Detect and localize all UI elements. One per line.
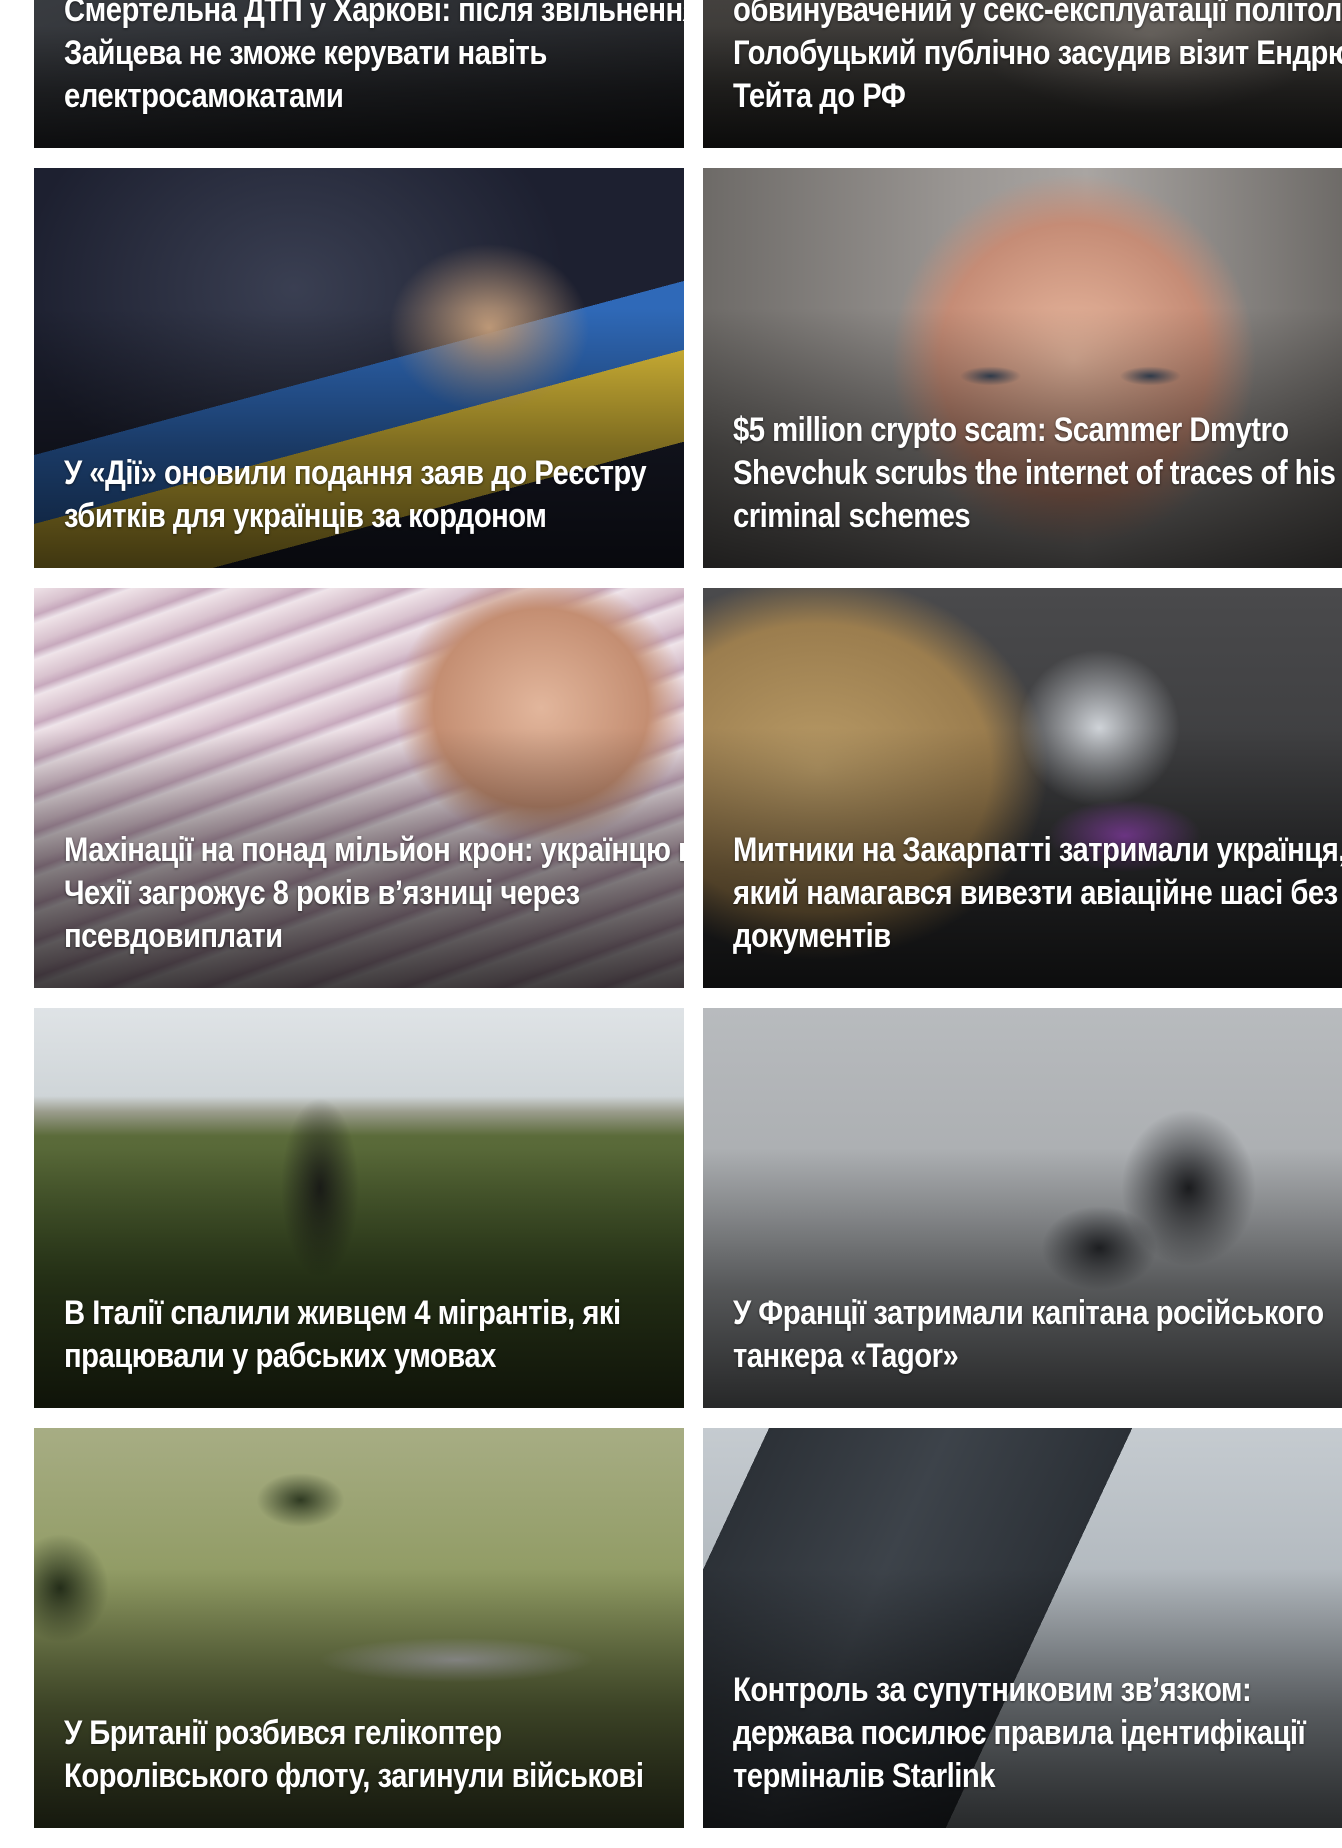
news-card-zakarpattia[interactable]: Митники на Закарпатті затримали українця… [703,588,1342,988]
news-card-title: Митники на Закарпатті затримали українця… [733,831,1342,955]
news-card-title: У Британії розбився гелікоптер Королівсь… [64,1714,644,1795]
news-card-italy[interactable]: В Італії спалили живцем 4 мігрантів, які… [34,1008,684,1408]
news-card-title: У Франції затримали капітана російського… [733,1294,1324,1375]
news-card-britain[interactable]: У Британії розбився гелікоптер Королівсь… [34,1428,684,1828]
news-card-title: Контроль за супутниковим зв’язком: держа… [733,1671,1306,1795]
news-card-crypto[interactable]: $5 million crypto scam: Scammer Dmytro S… [703,168,1342,568]
news-card-france[interactable]: У Франції затримали капітана російського… [703,1008,1342,1408]
news-card-title: обвинувачений у секс-експлуатації політо… [733,0,1342,115]
news-card-title: Махінації на понад мільйон крон: українц… [64,831,684,955]
news-card-title: У «Дії» оновили подання заяв до Реєстру … [64,454,647,535]
news-card-starlink[interactable]: Контроль за супутниковим зв’язком: держа… [703,1428,1342,1828]
news-card-title: $5 million crypto scam: Scammer Dmytro S… [733,411,1336,535]
news-card-diia[interactable]: У «Дії» оновили подання заяв до Реєстру … [34,168,684,568]
news-card-title: В Італії спалили живцем 4 мігрантів, які… [64,1294,621,1375]
news-card-dtp-kharkiv[interactable]: Смертельна ДТП у Харкові: після звільнен… [34,0,684,148]
news-card-czech[interactable]: Махінації на понад мільйон крон: українц… [34,588,684,988]
news-card-tate[interactable]: обвинувачений у секс-експлуатації політо… [703,0,1342,148]
news-card-title: Смертельна ДТП у Харкові: після звільнен… [64,0,684,115]
